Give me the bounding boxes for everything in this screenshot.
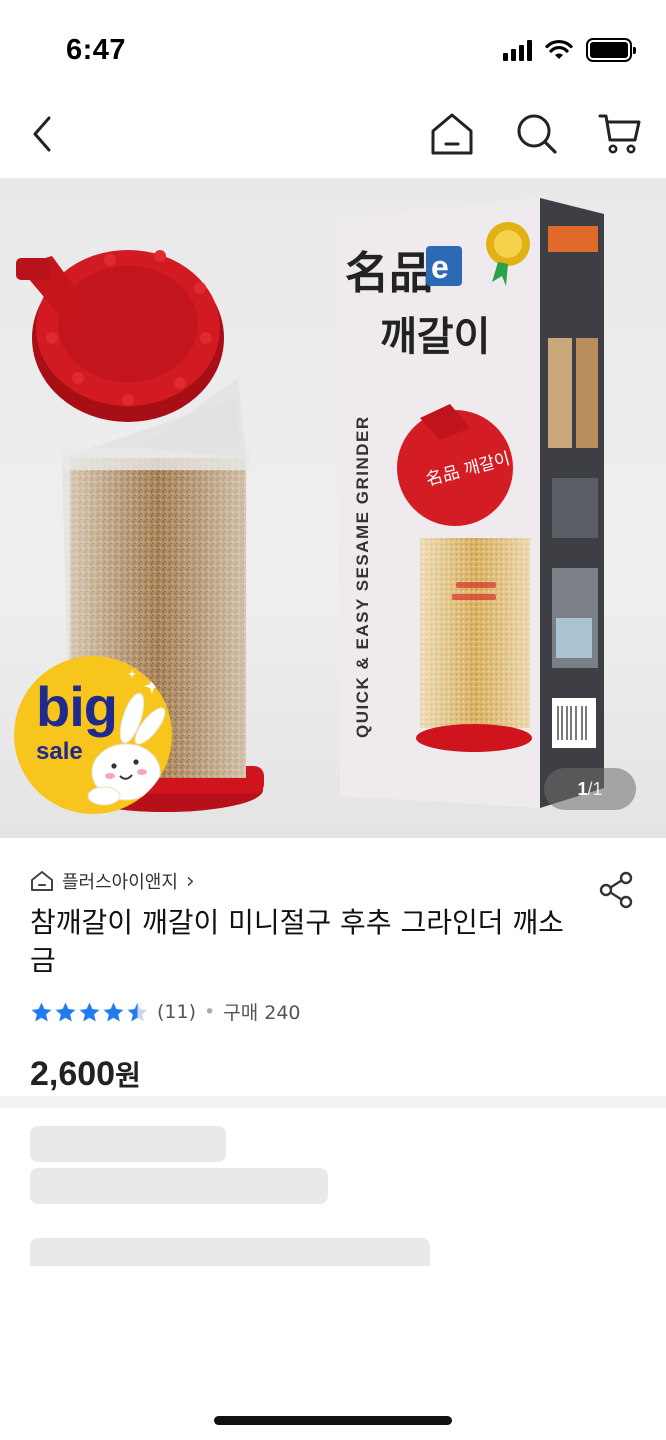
star-icon bbox=[55, 1002, 76, 1021]
rating-row[interactable]: (11) • 구매 240 bbox=[30, 998, 301, 1025]
image-pager: 1/1 bbox=[544, 768, 636, 810]
status-icons bbox=[503, 38, 636, 62]
home-indicator[interactable] bbox=[214, 1416, 452, 1425]
review-count: (11) bbox=[157, 1000, 197, 1023]
product-price: 2,600원 bbox=[30, 1054, 141, 1094]
loading-skeleton bbox=[30, 1168, 328, 1204]
cart-button[interactable] bbox=[592, 106, 648, 162]
battery-icon bbox=[586, 38, 636, 62]
share-icon bbox=[599, 871, 633, 909]
loading-skeleton bbox=[30, 1126, 226, 1162]
chevron-right-icon: › bbox=[185, 868, 195, 894]
share-button[interactable] bbox=[594, 868, 638, 912]
store-name: 플러스아이앤지 bbox=[62, 872, 178, 893]
store-link[interactable]: 플러스아이앤지 › bbox=[30, 868, 195, 894]
product-title: 참깨갈이 깨갈이 미니절구 후추 그라인더 깨소금 bbox=[30, 906, 564, 977]
chevron-left-icon bbox=[33, 116, 51, 152]
loading-skeleton bbox=[30, 1238, 430, 1266]
back-button[interactable] bbox=[14, 106, 70, 162]
status-bar: 6:47 bbox=[0, 0, 666, 96]
star-icon bbox=[103, 1002, 124, 1021]
package-name-text: 깨갈이 bbox=[380, 313, 490, 360]
home-icon bbox=[431, 113, 473, 155]
star-icon bbox=[31, 1002, 52, 1021]
status-time: 6:47 bbox=[66, 34, 127, 66]
search-icon bbox=[517, 114, 557, 154]
purchase-count: 구매 240 bbox=[223, 1002, 301, 1024]
nav-bar bbox=[0, 96, 666, 176]
section-divider bbox=[0, 1096, 666, 1108]
svg-text:QUICK & EASY SESAME GRINDER: QUICK & EASY SESAME GRINDER bbox=[353, 415, 372, 738]
rating-stars bbox=[30, 1001, 149, 1023]
pager-total: /1 bbox=[587, 778, 603, 799]
store-home-icon bbox=[31, 871, 53, 891]
home-button[interactable] bbox=[424, 106, 480, 162]
pager-current: 1 bbox=[577, 778, 588, 799]
separator-dot: • bbox=[204, 1000, 216, 1023]
star-icon bbox=[79, 1002, 100, 1021]
rabbit-mascot-icon bbox=[87, 670, 166, 806]
price-value: 2,600 bbox=[30, 1055, 116, 1093]
svg-text:e: e bbox=[431, 249, 449, 285]
big-sale-badge: big sale bbox=[14, 656, 172, 814]
price-unit: 원 bbox=[115, 1059, 141, 1092]
cart-icon bbox=[598, 114, 641, 154]
search-button[interactable] bbox=[509, 106, 565, 162]
package-title-text: 名品 bbox=[345, 248, 433, 299]
star-icon bbox=[127, 1002, 148, 1021]
wifi-icon bbox=[545, 39, 573, 59]
product-image-gallery[interactable]: 名品 e 깨갈이 QUICK & EASY SESAME GRINDER 名品 … bbox=[0, 178, 666, 838]
signal-icon bbox=[503, 39, 532, 61]
